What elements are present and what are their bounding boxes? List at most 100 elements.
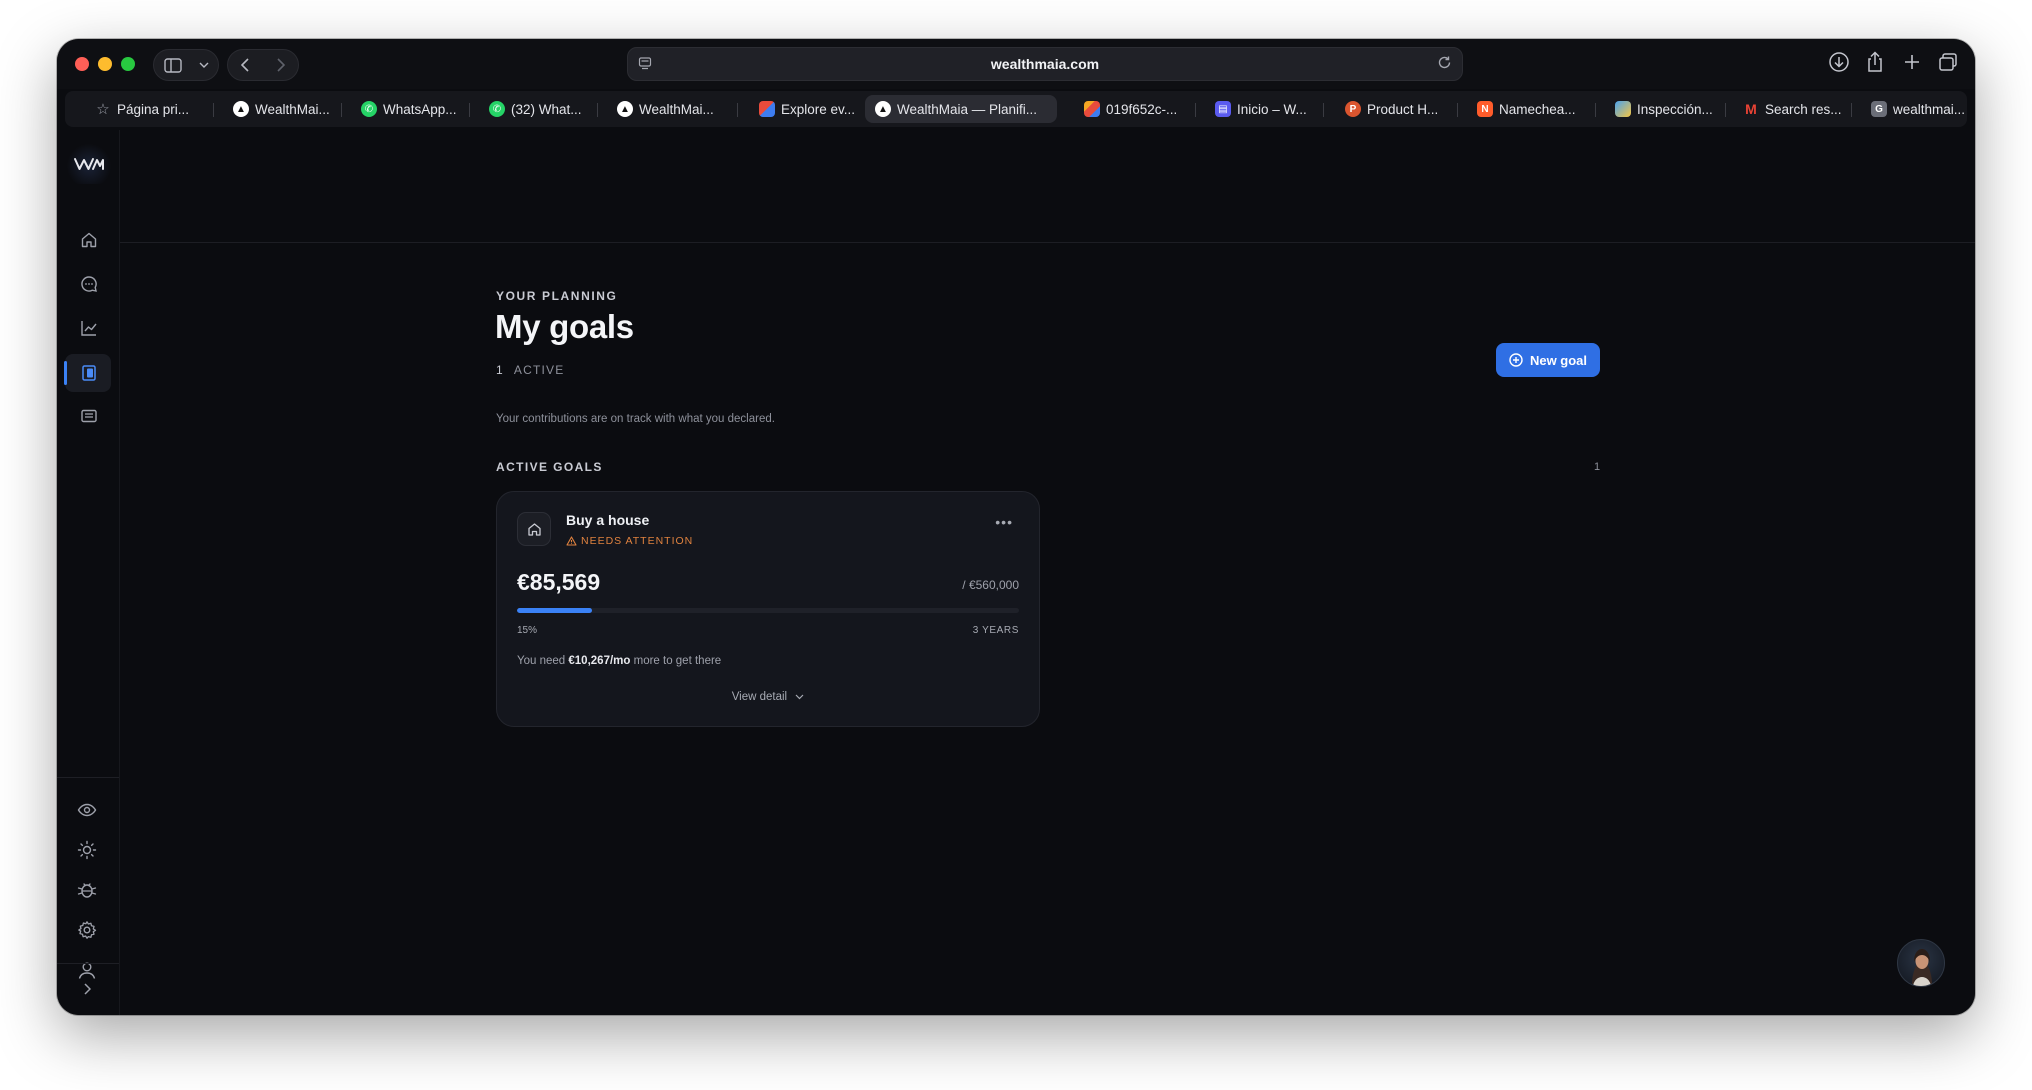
bookmark-item[interactable]: ✆ (32) What... xyxy=(479,95,592,123)
chevron-left-icon xyxy=(241,58,249,72)
tab-overview-icon[interactable] xyxy=(1937,51,1959,78)
sidebar-toggle-button[interactable] xyxy=(154,50,192,80)
sidebar-item-privacy[interactable] xyxy=(73,796,101,824)
goal-title: Buy a house xyxy=(566,512,650,528)
address-bar[interactable]: wealthmaia.com xyxy=(627,47,1463,81)
goal-current-amount: €85,569 xyxy=(517,569,601,595)
bookmark-item[interactable]: Explore ev... xyxy=(749,95,865,123)
sidebar-item-chat[interactable] xyxy=(75,270,103,298)
section-count: 1 xyxy=(1594,461,1601,473)
sidebar-item-analytics[interactable] xyxy=(75,314,103,342)
contributions-summary: Your contributions are on track with wha… xyxy=(496,413,775,425)
bookmark-item[interactable]: 019f652c-... xyxy=(1074,95,1187,123)
bookmark-item[interactable]: ▤ Inicio – W... xyxy=(1205,95,1317,123)
bookmark-label: Search res... xyxy=(1765,101,1842,117)
wealthmaia-logo-icon xyxy=(74,158,104,170)
url-text: wealthmaia.com xyxy=(990,56,1100,72)
bookmark-item[interactable]: ▲ WealthMai... xyxy=(607,95,724,123)
zoom-window-button[interactable] xyxy=(121,57,135,71)
chevron-down-icon xyxy=(795,694,804,700)
navigation-group xyxy=(227,49,299,81)
tab-group-dropdown[interactable] xyxy=(192,50,216,80)
bookmark-item[interactable]: P Product H... xyxy=(1335,95,1448,123)
minimize-window-button[interactable] xyxy=(98,57,112,71)
downloads-icon[interactable] xyxy=(1828,51,1850,78)
namecheap-icon: N xyxy=(1477,101,1493,117)
whatsapp-icon: ✆ xyxy=(361,101,377,117)
assistant-avatar-button[interactable] xyxy=(1897,939,1945,987)
warning-icon xyxy=(566,536,577,546)
sidebar-toggle-group xyxy=(153,49,219,81)
chevron-right-icon xyxy=(84,983,91,995)
bookmark-label: Página pri... xyxy=(117,101,190,117)
new-goal-button[interactable]: New goal xyxy=(1496,343,1600,377)
bookmark-item[interactable]: N Namechea... xyxy=(1467,95,1586,123)
view-detail-label: View detail xyxy=(731,691,788,703)
sidebar-item-goals[interactable] xyxy=(75,359,103,387)
plus-circle-icon xyxy=(1509,353,1523,367)
wealthmaia-icon: ▲ xyxy=(233,101,249,117)
assistant-avatar-icon xyxy=(1912,949,1932,986)
eye-icon xyxy=(77,803,97,817)
bookmark-item[interactable]: M Search res... xyxy=(1733,95,1852,123)
reload-icon[interactable] xyxy=(1437,55,1452,75)
header-divider xyxy=(120,242,1975,243)
more-options-icon[interactable]: ••• xyxy=(995,514,1013,530)
goal-need-message: You need €10,267/mo more to get there xyxy=(517,655,721,667)
goal-progress-bar xyxy=(517,608,1019,613)
new-tab-icon[interactable] xyxy=(1902,51,1922,78)
whatsapp-icon: ✆ xyxy=(489,101,505,117)
chat-icon xyxy=(81,276,97,292)
need-amount: €10,267/mo xyxy=(568,655,631,667)
need-suffix: more to get there xyxy=(633,655,722,667)
goal-card[interactable]: Buy a house NEEDS ATTENTION ••• €85,569 … xyxy=(496,491,1040,727)
bookmark-item[interactable]: ✆ WhatsApp... xyxy=(351,95,467,123)
need-prefix: You need xyxy=(517,655,566,667)
bookmark-item[interactable]: Inspección... xyxy=(1605,95,1723,123)
bookmark-label: Inspección... xyxy=(1637,101,1713,117)
sidebar-item-theme[interactable] xyxy=(73,836,101,864)
home-icon xyxy=(81,232,97,248)
bookmark-item[interactable]: G wealthmai... xyxy=(1861,95,1975,123)
bookmark-label: WealthMai... xyxy=(255,101,330,117)
gmail-icon: M xyxy=(1745,101,1757,117)
back-button[interactable] xyxy=(228,50,263,80)
close-window-button[interactable] xyxy=(75,57,89,71)
forward-button[interactable] xyxy=(263,50,298,80)
sidebar-item-home[interactable] xyxy=(75,226,103,254)
sidebar-expand-button[interactable] xyxy=(73,975,101,1003)
bookmark-item-active[interactable]: ▲ WealthMaia — Planifi... xyxy=(865,95,1057,123)
sidebar-item-debug[interactable] xyxy=(73,876,101,904)
app-content: YOUR PLANNING My goals 1 ACTIVE Your cont… xyxy=(57,130,1975,1015)
bookmark-label: WealthMai... xyxy=(639,101,714,117)
goal-horizon: 3 YEARS xyxy=(972,625,1019,636)
sidebar-active-indicator xyxy=(64,361,67,385)
chevron-down-icon xyxy=(199,62,209,68)
bookmark-label: 019f652c-... xyxy=(1106,101,1178,117)
app-logo[interactable] xyxy=(66,144,112,184)
sidebar-item-news[interactable] xyxy=(75,402,103,430)
bookmark-label: WealthMaia — Planifi... xyxy=(897,101,1038,117)
colorful-icon xyxy=(1084,101,1100,117)
product-hunt-icon: P xyxy=(1345,101,1361,117)
goals-book-icon xyxy=(82,365,96,381)
chevron-right-icon xyxy=(277,58,285,72)
page-eyebrow: YOUR PLANNING xyxy=(496,289,618,303)
bookmark-label: wealthmai... xyxy=(1893,101,1966,117)
goal-progress-fill xyxy=(517,608,593,613)
sun-icon xyxy=(77,840,97,860)
goal-status-badge: NEEDS ATTENTION xyxy=(566,535,693,547)
bookmark-label: (32) What... xyxy=(511,101,582,117)
sidebar-item-settings[interactable] xyxy=(73,916,101,944)
active-goals-summary: 1 ACTIVE xyxy=(496,363,564,377)
inicio-icon: ▤ xyxy=(1215,101,1231,117)
bookmark-item[interactable]: ☆ Página pri... xyxy=(85,95,199,123)
view-detail-button[interactable]: View detail xyxy=(497,691,1039,703)
share-icon[interactable] xyxy=(1865,51,1885,78)
explore-icon xyxy=(759,101,775,117)
goal-target-amount: / €560,000 xyxy=(962,578,1019,592)
google-icon: G xyxy=(1871,101,1887,117)
bookmark-item[interactable]: ▲ WealthMai... xyxy=(223,95,340,123)
bookmark-label: Product H... xyxy=(1367,101,1439,117)
chart-icon xyxy=(1615,101,1631,117)
